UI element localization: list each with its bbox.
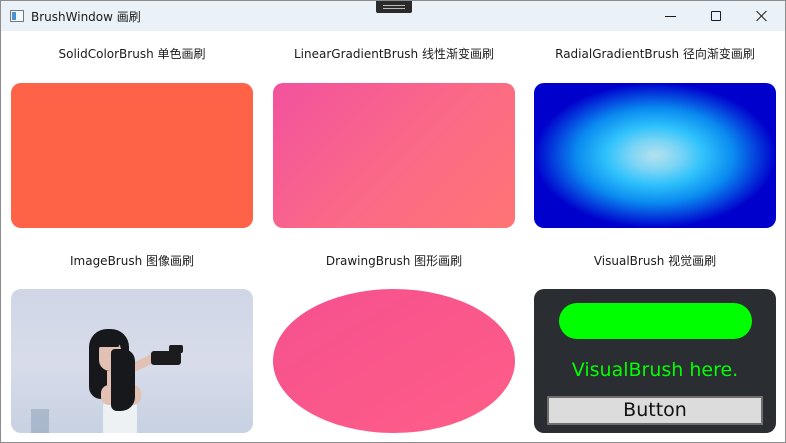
image-brush-label: ImageBrush 图像画刷 (69, 254, 195, 268)
drawing-brush-ellipse (273, 289, 515, 433)
image-brush-sample (11, 289, 253, 433)
visual-brush-button-image: Button (547, 396, 763, 425)
drawing-brush-sample (273, 289, 515, 433)
maximize-icon (711, 11, 721, 21)
linear-gradient-brush-label: LinearGradientBrush 线性渐变画刷 (294, 47, 494, 61)
drag-grip-handle[interactable] (376, 1, 412, 13)
radial-gradient-brush-label: RadialGradientBrush 径向渐变画刷 (555, 47, 755, 61)
visual-brush-text: VisualBrush here. (571, 359, 739, 381)
drawing-brush-label: DrawingBrush 图形画刷 (325, 254, 463, 268)
minimize-icon (664, 15, 676, 17)
close-button[interactable] (739, 1, 785, 31)
brush-window: BrushWindow 画刷 SolidColorBrush 单色画刷 Line… (0, 0, 786, 443)
window-app-icon (10, 10, 24, 22)
maximize-button[interactable] (693, 1, 739, 31)
solid-color-brush-label: SolidColorBrush 单色画刷 (58, 47, 206, 61)
solid-color-brush-sample (11, 83, 253, 228)
visual-brush-green-pill (559, 303, 752, 339)
minimize-button[interactable] (647, 1, 693, 31)
window-title: BrushWindow 画刷 (31, 10, 141, 24)
title-bar[interactable]: BrushWindow 画刷 (1, 1, 785, 31)
visual-brush-sample: VisualBrush here. Button (534, 289, 776, 433)
close-icon (756, 10, 768, 22)
visual-brush-label: VisualBrush 视觉画刷 (593, 254, 717, 268)
radial-gradient-brush-sample (534, 83, 776, 228)
linear-gradient-brush-sample (273, 83, 515, 228)
